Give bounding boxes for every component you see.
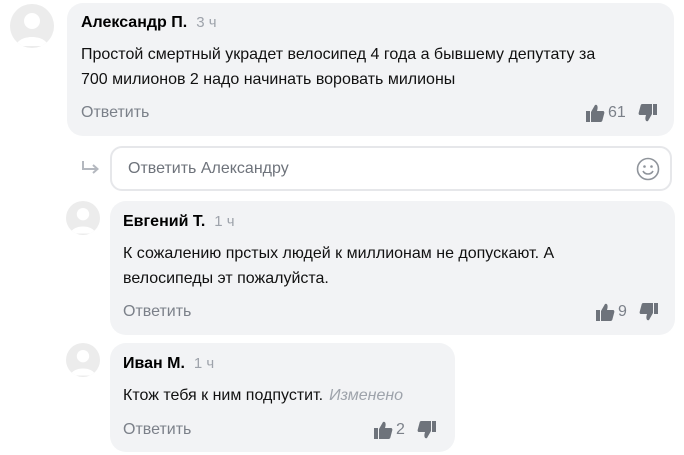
thumb-down-icon[interactable]: [638, 103, 658, 123]
votes: 9: [595, 302, 659, 322]
comment-text-line: К сожалению прстых людей к миллионам не …: [123, 245, 555, 262]
avatar[interactable]: [66, 201, 100, 235]
thumb-up-icon[interactable]: [373, 420, 393, 440]
avatar[interactable]: [66, 343, 100, 377]
like-count: 9: [618, 303, 627, 320]
comment-text: К сожалению прстых людей к миллионам не …: [123, 241, 554, 291]
reply-arrow-icon: [80, 159, 102, 179]
comment-author[interactable]: Александр П.: [81, 14, 187, 32]
reply-input-box: [110, 146, 672, 191]
comment-text-line: велосипеды эт пожалуйста.: [123, 270, 329, 287]
comment-text-line: Простой смертный украдет велосипед 4 год…: [81, 46, 596, 63]
comment-time[interactable]: 1 ч: [194, 355, 214, 372]
votes: 61: [585, 103, 658, 123]
comment-author[interactable]: Евгений Т.: [123, 213, 205, 231]
votes: 2: [373, 420, 437, 440]
thumb-down-icon[interactable]: [417, 420, 437, 440]
like-count: 61: [608, 104, 626, 121]
like-count: 2: [396, 421, 405, 438]
comment-header: Александр П. 3 ч: [81, 14, 217, 32]
comment-time[interactable]: 1 ч: [214, 213, 234, 230]
comment-author[interactable]: Иван М.: [123, 355, 185, 373]
smiley-icon[interactable]: [636, 157, 660, 181]
thumb-up-icon[interactable]: [585, 103, 605, 123]
reply-button[interactable]: Ответить: [123, 303, 191, 321]
thumb-up-icon[interactable]: [595, 302, 615, 322]
reply-button[interactable]: Ответить: [81, 104, 149, 122]
reply-button[interactable]: Ответить: [123, 421, 191, 439]
comment-text-line: 700 милионов 2 надо начинать воровать ми…: [81, 71, 456, 88]
avatar[interactable]: [10, 4, 54, 48]
comment-text-line: Ктож тебя к ним подпустит.: [123, 387, 324, 404]
reply-input[interactable]: [128, 155, 628, 183]
comment-header: Иван М. 1 ч: [123, 355, 214, 373]
comment-text: Простой смертный украдет велосипед 4 год…: [81, 42, 595, 92]
comment-time[interactable]: 3 ч: [196, 14, 216, 31]
comment-text: Ктож тебя к ним подпустит. Изменено: [123, 383, 403, 408]
comment-header: Евгений Т. 1 ч: [123, 213, 235, 231]
thumb-down-icon[interactable]: [639, 302, 659, 322]
edited-label: Изменено: [329, 387, 404, 404]
